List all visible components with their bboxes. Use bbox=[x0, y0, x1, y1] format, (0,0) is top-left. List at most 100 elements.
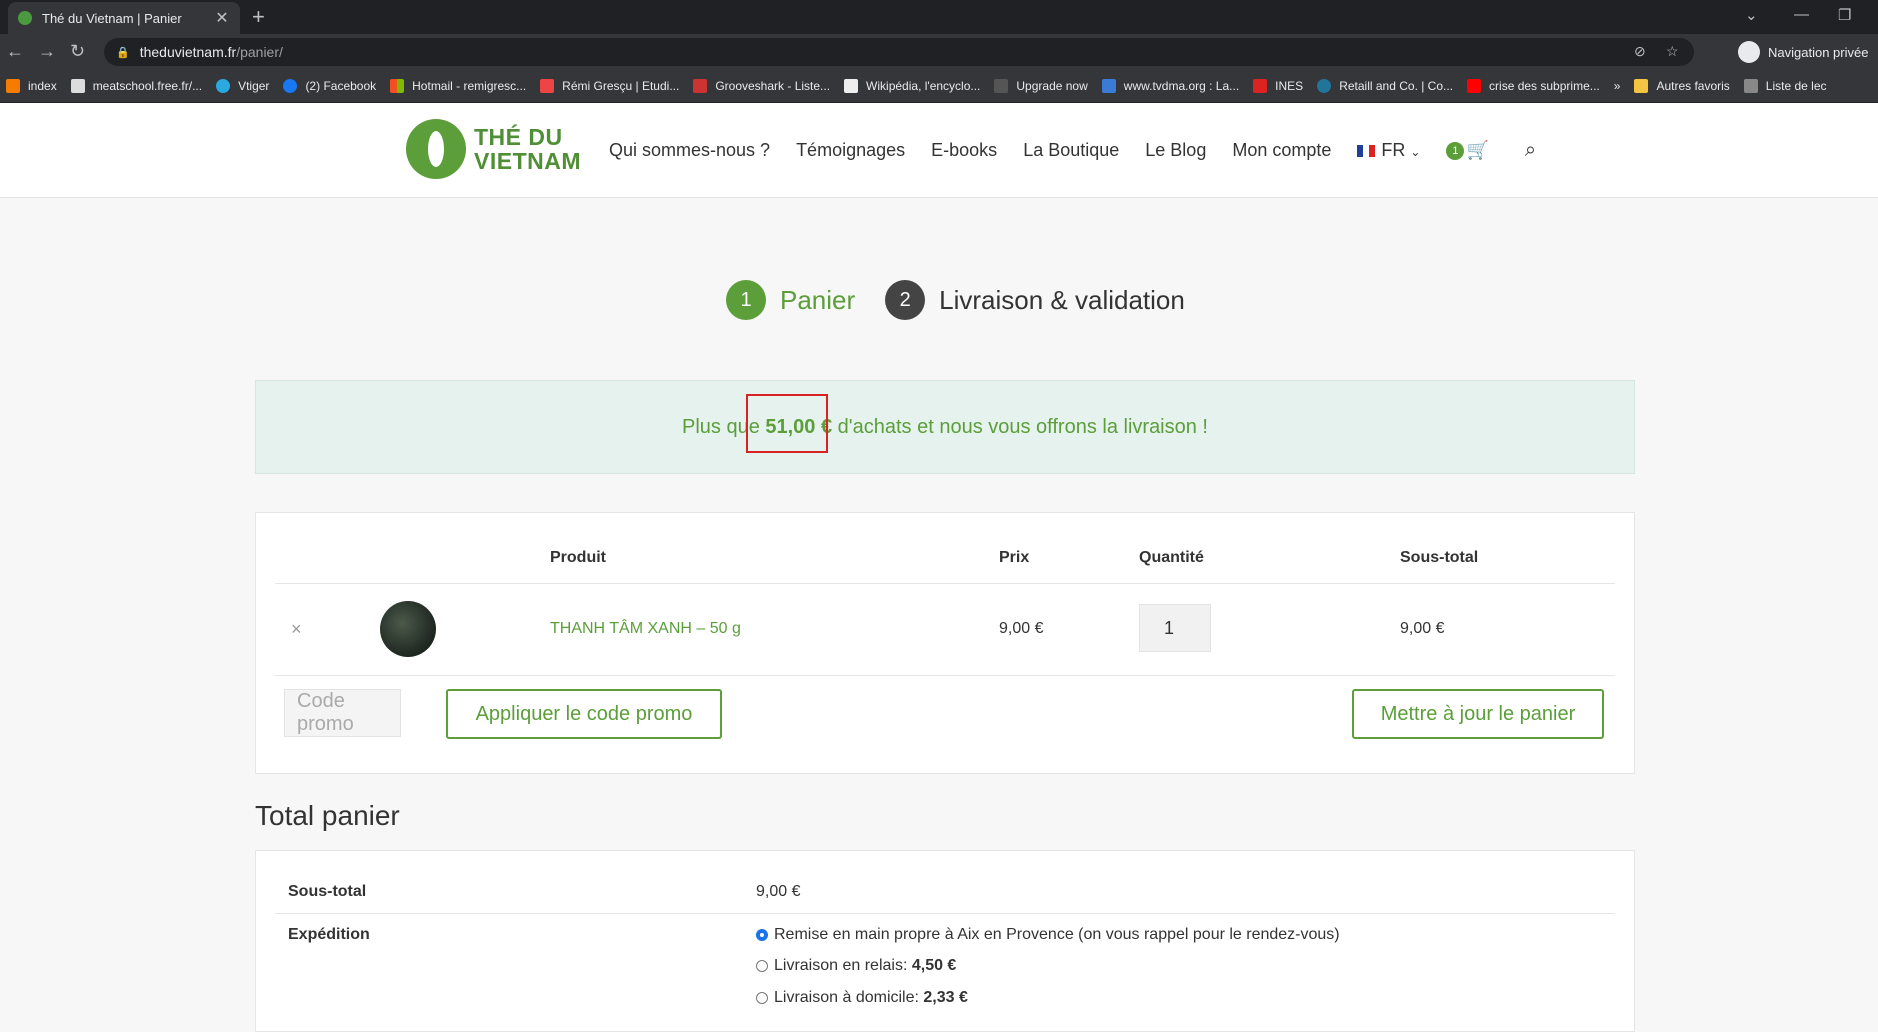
youtube-icon bbox=[1467, 79, 1482, 93]
bookmark-icon bbox=[216, 79, 231, 93]
bookmark-icon bbox=[540, 79, 555, 93]
url-path: /panier/ bbox=[236, 44, 283, 60]
chevron-down-icon: ⌄ bbox=[1410, 145, 1421, 159]
bookmark-item[interactable]: Upgrade now bbox=[994, 79, 1088, 93]
highlight-box bbox=[746, 394, 828, 453]
nav-account[interactable]: Mon compte bbox=[1232, 140, 1331, 161]
divider bbox=[275, 583, 1615, 584]
main-nav: Qui sommes-nous ? Témoignages E-books La… bbox=[609, 139, 1536, 162]
minimize-icon[interactable]: — bbox=[1794, 6, 1809, 23]
bookmark-item[interactable]: meatschool.free.fr/... bbox=[70, 79, 202, 93]
bookmark-item[interactable]: Retaill and Co. | Co... bbox=[1317, 79, 1453, 93]
divider bbox=[275, 675, 1615, 676]
step-number: 2 bbox=[885, 280, 926, 320]
product-thumbnail[interactable] bbox=[380, 601, 436, 657]
close-tab-icon[interactable]: ✕ bbox=[212, 8, 232, 28]
search-icon[interactable]: ⌕ bbox=[1525, 139, 1536, 162]
reading-list-icon bbox=[1743, 79, 1758, 93]
checkout-steps: 1 Panier 2 Livraison & validation bbox=[726, 280, 1185, 320]
browser-toolbar: ← → ↻ 🔒 theduvietnam.fr/panier/ ☆ ⊘ Navi… bbox=[0, 34, 1878, 70]
nav-blog[interactable]: Le Blog bbox=[1145, 140, 1206, 161]
col-quantity: Quantité bbox=[1139, 549, 1204, 566]
address-bar[interactable]: 🔒 theduvietnam.fr/panier/ ☆ ⊘ bbox=[104, 38, 1694, 66]
step-number: 1 bbox=[726, 280, 766, 320]
step-label: Livraison & validation bbox=[939, 284, 1185, 315]
free-shipping-notice: Plus que 51,00 € d'achats et nous vous o… bbox=[255, 380, 1635, 474]
product-link[interactable]: THANH TÂM XANH – 50 g bbox=[550, 620, 741, 638]
cart-link[interactable]: 1 🛒 bbox=[1446, 140, 1489, 161]
shipping-option-home[interactable]: Livraison à domicile: 2,33 € bbox=[756, 989, 968, 1007]
shipping-label: Expédition bbox=[288, 926, 370, 943]
new-tab-icon[interactable]: + bbox=[252, 4, 265, 30]
cart-totals-title: Total panier bbox=[255, 800, 400, 831]
item-subtotal: 9,00 € bbox=[1400, 620, 1445, 637]
bookmark-item[interactable]: crise des subprime... bbox=[1467, 79, 1600, 93]
cart-table: Produit Prix Quantité Sous-total × THANH… bbox=[255, 512, 1635, 774]
update-cart-button[interactable]: Mettre à jour le panier bbox=[1352, 689, 1604, 739]
nav-shop[interactable]: La Boutique bbox=[1023, 140, 1119, 161]
item-price: 9,00 € bbox=[999, 620, 1044, 637]
cart-count-badge: 1 bbox=[1446, 141, 1465, 160]
quantity-input[interactable]: 1 bbox=[1139, 604, 1211, 652]
language-switcher[interactable]: FR ⌄ bbox=[1357, 140, 1420, 161]
private-mode-indicator[interactable]: Navigation privée bbox=[1738, 39, 1868, 65]
shipping-option-pickup[interactable]: Remise en main propre à Aix en Provence … bbox=[756, 926, 1340, 944]
back-icon[interactable]: ← bbox=[6, 41, 24, 62]
remove-item-icon[interactable]: × bbox=[291, 619, 302, 640]
french-flag-icon bbox=[1357, 145, 1376, 158]
wikipedia-icon bbox=[844, 79, 859, 93]
nav-testimonials[interactable]: Témoignages bbox=[796, 140, 905, 161]
apply-promo-button[interactable]: Appliquer le code promo bbox=[446, 689, 722, 739]
bookmark-icon bbox=[6, 79, 20, 93]
radio[interactable] bbox=[756, 960, 768, 972]
browser-tab[interactable]: Thé du Vietnam | Panier ✕ bbox=[8, 2, 240, 34]
shipping-option-relay[interactable]: Livraison en relais: 4,50 € bbox=[756, 957, 956, 975]
bookmark-item[interactable]: index bbox=[6, 79, 57, 93]
tab-search-icon[interactable]: ⌄ bbox=[1745, 6, 1758, 24]
bookmarks-overflow[interactable]: » bbox=[1614, 79, 1621, 93]
eye-off-icon[interactable]: ⊘ bbox=[1634, 43, 1646, 60]
incognito-icon bbox=[1738, 41, 1760, 63]
nav-about[interactable]: Qui sommes-nous ? bbox=[609, 140, 770, 161]
step-cart[interactable]: 1 Panier bbox=[726, 280, 885, 320]
promo-code-input[interactable]: Code promo bbox=[284, 689, 401, 737]
bookmark-item[interactable]: Wikipédia, l'encyclo... bbox=[844, 79, 980, 93]
cart-totals: Sous-total 9,00 € Expédition Remise en m… bbox=[255, 850, 1635, 1032]
step-label: Panier bbox=[780, 284, 856, 315]
subtotal-value: 9,00 € bbox=[756, 883, 801, 900]
wordpress-icon bbox=[1317, 79, 1332, 93]
tea-leaf-logo-icon bbox=[406, 119, 466, 179]
radio-selected[interactable] bbox=[756, 929, 768, 941]
radio[interactable] bbox=[756, 992, 768, 1004]
col-subtotal: Sous-total bbox=[1400, 549, 1479, 566]
bookmark-icon bbox=[1253, 79, 1268, 93]
bookmarks-bar: index meatschool.free.fr/... Vtiger (2) … bbox=[0, 70, 1878, 103]
bookmark-item[interactable]: Hotmail - remigresc... bbox=[390, 79, 526, 93]
bookmark-item[interactable]: Grooveshark - Liste... bbox=[693, 79, 830, 93]
reading-list[interactable]: Liste de lec bbox=[1743, 79, 1827, 93]
bookmark-item[interactable]: INES bbox=[1253, 79, 1303, 93]
bookmark-item[interactable]: Rémi Gresçu | Etudi... bbox=[540, 79, 679, 93]
site-logo[interactable]: THÉ DU VIETNAM bbox=[406, 119, 581, 179]
lock-icon: 🔒 bbox=[116, 46, 130, 59]
logo-text: THÉ DU VIETNAM bbox=[474, 124, 581, 174]
bookmark-item[interactable]: www.tvdma.org : La... bbox=[1101, 79, 1239, 93]
forward-icon[interactable]: → bbox=[38, 41, 56, 62]
subtotal-label: Sous-total bbox=[288, 883, 367, 900]
folder-icon bbox=[1634, 79, 1649, 93]
facebook-icon bbox=[283, 79, 298, 93]
divider bbox=[275, 913, 1615, 914]
other-bookmarks[interactable]: Autres favoris bbox=[1634, 79, 1730, 93]
browser-tabbar: Thé du Vietnam | Panier ✕ + ⌄ — ❐ bbox=[0, 0, 1878, 34]
nav-ebooks[interactable]: E-books bbox=[931, 140, 997, 161]
col-product: Produit bbox=[550, 549, 606, 566]
step-shipping[interactable]: 2 Livraison & validation bbox=[885, 280, 1185, 320]
grooveshark-icon bbox=[693, 79, 708, 93]
bookmark-item[interactable]: (2) Facebook bbox=[283, 79, 376, 93]
reload-icon[interactable]: ↻ bbox=[70, 41, 85, 62]
bookmark-icon bbox=[70, 79, 85, 93]
bookmark-star-icon[interactable]: ☆ bbox=[1666, 43, 1679, 60]
restore-icon[interactable]: ❐ bbox=[1838, 6, 1851, 24]
bookmark-item[interactable]: Vtiger bbox=[216, 79, 269, 93]
private-label: Navigation privée bbox=[1768, 44, 1869, 60]
